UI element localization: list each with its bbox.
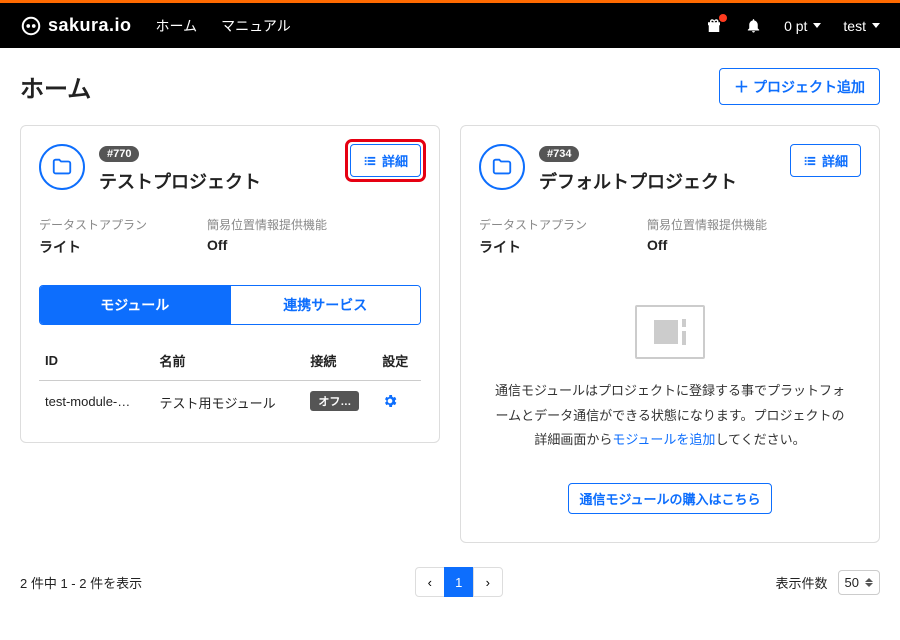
location-value: Off [647,237,767,253]
empty-illustration [635,305,705,359]
location-label: 簡易位置情報提供機能 [647,216,767,233]
brand[interactable]: sakura.io [20,15,132,37]
buy-module-button[interactable]: 通信モジュールの購入はこちら [568,483,771,514]
page-header: ホーム ＋ プロジェクト追加 [20,68,880,105]
detail-label: 詳細 [822,151,848,170]
col-id: ID [39,343,154,381]
pager-next[interactable]: › [473,567,503,597]
detail-button[interactable]: 詳細 [790,144,861,177]
folder-icon [39,144,85,190]
points-value: 0 pt [784,18,807,34]
table-row: test-module-… テスト用モジュール オフ… [39,381,421,425]
per-page-value: 50 [845,575,859,590]
nav-manual[interactable]: マニュアル [221,16,291,36]
topbar: sakura.io ホーム マニュアル 0 pt test [0,3,900,48]
location-label: 簡易位置情報提供機能 [207,216,327,233]
tab-modules[interactable]: モジュール [40,286,230,324]
detail-button[interactable]: 詳細 [350,144,421,177]
detail-label: 詳細 [382,151,408,170]
notification-dot [719,14,727,22]
gift-icon[interactable] [705,17,723,35]
modules-table: ID 名前 接続 設定 test-module-… テスト用モジュール オフ… [39,343,421,424]
plan-label: データストアプラン [39,216,147,233]
per-page-select[interactable]: 50 [838,570,880,595]
pager-prev[interactable]: ‹ [415,567,445,597]
user-menu[interactable]: test [843,18,880,34]
col-name: 名前 [154,343,305,381]
project-card: #734 デフォルトプロジェクト 詳細 データストアプラン ライト 簡易位置情報… [460,125,880,543]
plan-value: ライト [479,237,587,257]
add-module-link[interactable]: モジュールを追加 [612,432,715,447]
brand-text: sakura.io [48,15,132,36]
list-icon [803,154,817,168]
select-caret-icon [865,578,873,587]
connection-status: オフ… [310,391,359,411]
plan-value: ライト [39,237,147,257]
project-name: デフォルトプロジェクト [539,168,776,194]
module-id: test-module-… [45,394,130,409]
pager-page-1[interactable]: 1 [444,567,474,597]
project-id-badge: #734 [539,146,579,162]
add-project-label: プロジェクト追加 [753,77,865,97]
gear-icon[interactable] [382,397,398,412]
empty-state: 通信モジュールはプロジェクトに登録する事でプラットフォームとデータ通信ができる状… [479,257,861,524]
segment-tabs: モジュール 連携サービス [39,285,421,325]
pagination: ‹ 1 › [415,567,503,597]
bell-icon[interactable] [745,17,762,34]
add-project-button[interactable]: ＋ プロジェクト追加 [719,68,880,105]
project-name: テストプロジェクト [99,168,336,194]
module-name: テスト用モジュール [154,381,305,425]
project-card: #770 テストプロジェクト 詳細 データストアプラン ライト [20,125,440,443]
folder-icon [479,144,525,190]
range-text: 2 件中 1 - 2 件を表示 [20,573,142,592]
caret-down-icon [813,23,821,28]
per-page-label: 表示件数 [776,573,828,592]
tab-services[interactable]: 連携サービス [230,286,421,324]
page-title: ホーム [20,69,91,104]
plus-icon: ＋ [734,76,749,97]
col-conn: 接続 [304,343,376,381]
user-name: test [843,18,866,34]
empty-text: 通信モジュールはプロジェクトに登録する事でプラットフォームとデータ通信ができる状… [489,379,851,453]
footer: 2 件中 1 - 2 件を表示 ‹ 1 › 表示件数 50 [20,567,880,597]
project-id-badge: #770 [99,146,139,162]
list-icon [363,154,377,168]
location-value: Off [207,237,327,253]
caret-down-icon [872,23,880,28]
per-page: 表示件数 50 [776,570,880,595]
col-settings: 設定 [376,343,421,381]
points-display[interactable]: 0 pt [784,18,821,34]
plan-label: データストアプラン [479,216,587,233]
nav-home[interactable]: ホーム [156,16,198,36]
brand-icon [20,15,42,37]
